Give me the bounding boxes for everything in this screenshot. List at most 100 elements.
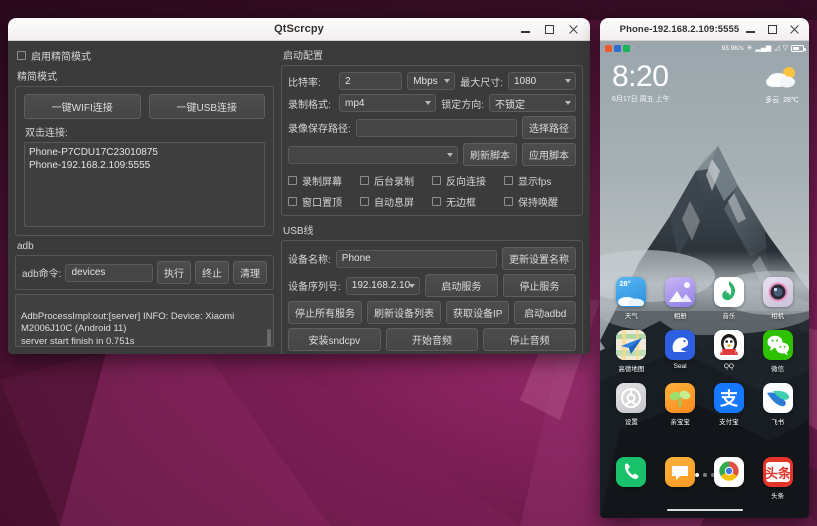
phone-mirror-window[interactable]: Phone-192.168.2.109:5555 · 93.9K/s ✳ ▂▄▆… [600, 18, 809, 518]
usb-connect-button[interactable]: 一键USB连接 [148, 94, 265, 119]
start-adbd-button[interactable]: 启动adbd [514, 301, 576, 324]
serial-label: 设备序列号: [288, 282, 341, 293]
weather-temperature: 28℃ [783, 97, 799, 104]
bitrate-input[interactable]: 2 [339, 72, 403, 90]
home-indicator[interactable] [666, 508, 743, 511]
app-label: 飞书 [771, 419, 785, 426]
refresh-devices-button[interactable]: 刷新设备列表 [367, 301, 441, 324]
device-list[interactable]: Phone-P7CDU17C23010875 Phone-192.168.2.1… [24, 142, 265, 227]
stop-service-button[interactable]: 停止服务 [502, 274, 576, 297]
update-device-name-button[interactable]: 更新设置名称 [502, 247, 576, 270]
app-browser[interactable] [709, 457, 749, 500]
app-wechat[interactable]: 微信 [758, 330, 798, 373]
start-audio-button[interactable]: 开始音频 [385, 328, 479, 351]
stop-all-services-button[interactable]: 停止所有服务 [288, 301, 362, 324]
install-sndcpy-button[interactable]: 安装sndcpv [288, 328, 381, 351]
checkbox-record-screen[interactable]: 录制屏幕 [288, 173, 360, 188]
checkbox-background-record[interactable]: 后台录制 [360, 173, 432, 188]
app-alipay[interactable]: 支 支付宝 [709, 383, 749, 426]
app-camera[interactable]: 相机 [758, 277, 798, 320]
usb-group-title: USB线 [283, 226, 314, 237]
phone-statusbar: · 93.9K/s ✳ ▂▄▆ ◿ ▽ [600, 41, 809, 55]
adb-clear-button[interactable]: 清理 [233, 261, 267, 284]
app-label: QQ [723, 363, 734, 370]
enable-simple-mode-checkbox[interactable]: 启用精简模式 [17, 48, 274, 63]
chevron-down-icon [447, 152, 453, 157]
minimize-icon[interactable] [520, 24, 531, 35]
checkbox-reverse-connect[interactable]: 反向连接 [432, 173, 504, 188]
qtscrcpy-window[interactable]: QtScrcpy 启用精简模式 精简模式 一键WIFI连接 一键USB连接 双击… [8, 18, 590, 354]
lock-orientation-value: 不锁定 [495, 99, 525, 111]
checkbox-box [17, 51, 26, 60]
log-scrollbar[interactable] [267, 329, 271, 346]
stop-audio-button[interactable]: 停止音频 [483, 328, 577, 351]
script-select[interactable] [288, 145, 458, 164]
app-phone[interactable] [611, 457, 651, 500]
adb-command-input[interactable]: devices [65, 263, 153, 282]
start-service-button[interactable]: 启动服务 [424, 274, 498, 297]
phone-screen[interactable]: · 93.9K/s ✳ ▂▄▆ ◿ ▽ 8:20 6月17日 周五 上午 多云 … [600, 41, 809, 518]
checkbox-label: 自动息屏 [374, 198, 414, 209]
record-format-select[interactable]: mp4 [339, 94, 437, 112]
camera-app-icon [762, 277, 793, 307]
apply-script-button[interactable]: 应用脚本 [522, 143, 576, 166]
lock-orientation-select[interactable]: 不锁定 [489, 94, 576, 112]
app-seal[interactable]: Seal [660, 330, 700, 373]
checkbox-always-on-top[interactable]: 窗口置顶 [288, 194, 360, 209]
close-icon[interactable] [568, 24, 579, 35]
clock-widget[interactable]: 8:20 6月17日 周五 上午 [612, 61, 670, 104]
app-qinbaobao[interactable]: 亲宝宝 [660, 383, 700, 426]
checkbox-auto-screen-off[interactable]: 自动息屏 [360, 194, 432, 209]
app-label: 相册 [673, 313, 687, 320]
list-item[interactable]: Phone-P7CDU17C23010875 [29, 146, 260, 159]
qtscrcpy-titlebar[interactable]: QtScrcpy [8, 18, 590, 41]
app-grid: 28° 天气 相册 音乐 相机 高德地图 Seal QQ 微信 设置 亲宝宝 支… [600, 277, 809, 436]
app-label: Seal [673, 363, 687, 370]
max-size-select[interactable]: 1080 [508, 72, 576, 90]
adb-log-output[interactable]: AdbProcessImpl:out:[server] INFO: Device… [15, 294, 274, 347]
phone-titlebar[interactable]: Phone-192.168.2.109:5555 [600, 18, 809, 41]
checkbox-borderless[interactable]: 无边框 [432, 194, 504, 209]
checkbox-label: 后台录制 [374, 177, 414, 188]
choose-path-button[interactable]: 选择路径 [522, 116, 576, 139]
refresh-script-button[interactable]: 刷新脚本 [463, 143, 517, 166]
app-weather[interactable]: 28° 天气 [611, 277, 651, 320]
checkbox-stay-awake[interactable]: 保持唤醒 [504, 194, 576, 209]
log-line-truncated [21, 298, 268, 311]
app-toutiao[interactable]: 头条 头条 [758, 457, 798, 500]
adb-group-title: adb [17, 241, 34, 252]
app-amap[interactable]: 高德地图 [611, 330, 651, 373]
dock-row: 头条 头条 [600, 457, 809, 500]
checkbox-box [432, 176, 441, 185]
weather-widget[interactable]: 多云 28℃ [765, 65, 799, 105]
list-item[interactable]: Phone-192.168.2.109:5555 [29, 159, 260, 172]
checkbox-show-fps[interactable]: 显示fps [504, 173, 576, 188]
bluetooth-icon: ✳ [746, 44, 753, 52]
weather-text: 多云 28℃ [765, 95, 799, 105]
phone-window-controls[interactable] [745, 24, 809, 35]
close-icon[interactable] [789, 24, 800, 35]
startup-config-title: 启动配置 [283, 51, 323, 62]
serial-select[interactable]: 192.168.2.10 [345, 276, 420, 295]
adb-stop-button[interactable]: 终止 [195, 261, 229, 284]
device-name-input[interactable]: Phone [335, 249, 497, 268]
app-qq[interactable]: QQ [709, 330, 749, 373]
wifi-connect-button[interactable]: 一键WIFI连接 [24, 94, 141, 119]
notification-icon-1 [605, 44, 612, 52]
maximize-icon[interactable] [544, 24, 555, 35]
app-feishu[interactable]: 飞书 [758, 383, 798, 426]
get-device-ip-button[interactable]: 获取设备IP [446, 301, 510, 324]
maximize-icon[interactable] [767, 24, 778, 35]
app-messages[interactable] [660, 457, 700, 500]
checkbox-label: 反向连接 [446, 177, 486, 188]
app-music[interactable]: 音乐 [709, 277, 749, 320]
bitrate-unit-select[interactable]: Mbps [407, 72, 456, 90]
double-click-connect-label: 双击连接: [25, 128, 68, 139]
minimize-icon[interactable] [745, 24, 756, 35]
adb-execute-button[interactable]: 执行 [157, 261, 191, 284]
qtscrcpy-window-controls[interactable] [520, 24, 590, 35]
app-settings[interactable]: 设置 [611, 383, 651, 426]
record-path-input[interactable] [355, 118, 517, 137]
app-gallery[interactable]: 相册 [660, 277, 700, 320]
app-row-2: 高德地图 Seal QQ 微信 [600, 330, 809, 373]
